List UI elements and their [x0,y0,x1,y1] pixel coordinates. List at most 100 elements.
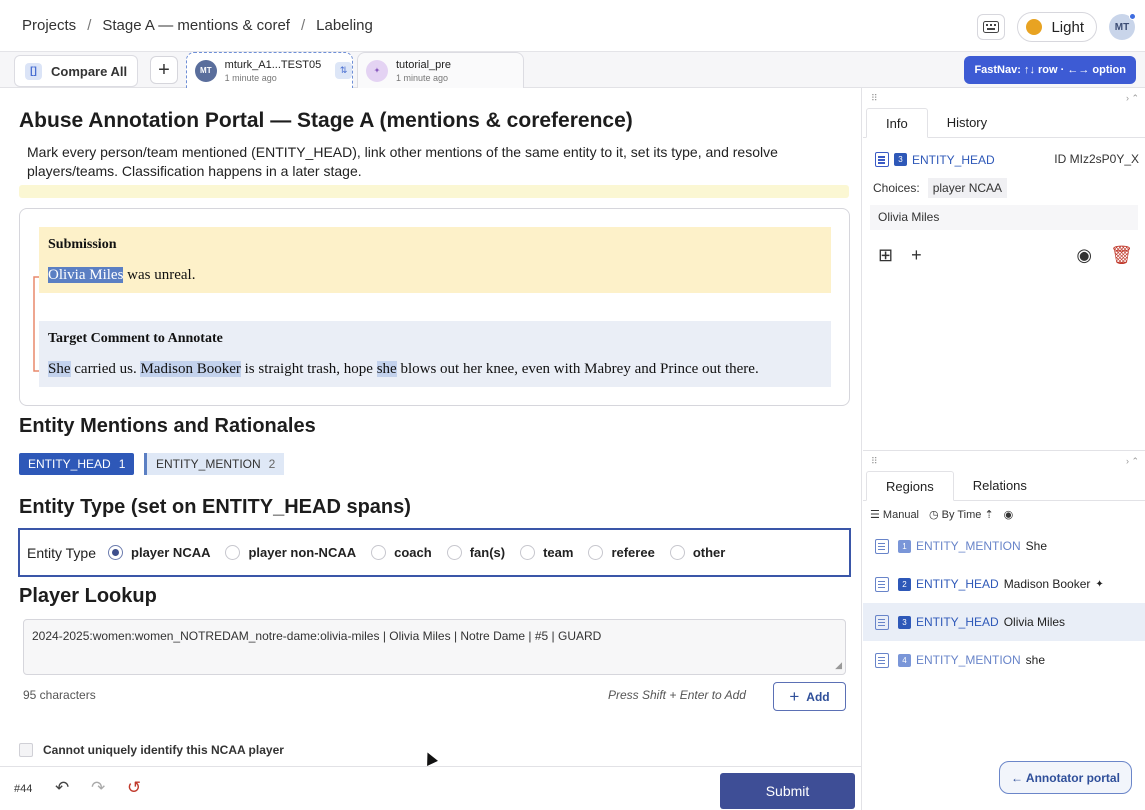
tab-info[interactable]: Info [866,108,928,138]
region-text: Madison Booker [1003,577,1091,591]
label-entity-head[interactable]: ENTITY_HEAD 1 [19,453,135,475]
breadcrumb-current: Labeling [316,17,373,34]
radio-indicator [225,545,241,560]
keyboard-shortcuts-button[interactable] [977,14,1006,40]
compare-icon: [] [25,62,42,80]
add-tab-button[interactable]: + [150,56,178,84]
label-name: ENTITY_HEAD [28,457,111,471]
add-hint: Press Shift + Enter to Add [608,688,746,702]
region-index: 1 [898,539,911,553]
breadcrumb-project[interactable]: Stage A — mentions & coref [102,17,290,34]
region-item[interactable]: 1 ENTITY_MENTION She [863,527,1145,565]
relations-tree-icon[interactable]: ⊞ [878,245,893,266]
notice-bar [19,185,849,198]
radio-label: referee [611,545,655,560]
sun-icon [1026,19,1043,35]
trash-icon[interactable]: 🗑 [1110,245,1133,266]
region-label: ENTITY_MENTION [916,653,1021,667]
target-comment-block: Target Comment to Annotate She carried u… [39,321,831,387]
entity-type-radio-group: Entity Type player NCAA player non-NCAA … [18,528,851,577]
undo-icon[interactable]: ↶ [55,778,69,798]
radio-player-ncaa[interactable]: player NCAA [108,545,210,560]
annotator-portal-button[interactable]: ← Annotator portal [999,761,1132,794]
compare-all-label: Compare All [51,63,128,79]
panel-grip[interactable]: ⠿ › ⌃ [863,88,1145,108]
radio-team[interactable]: team [520,545,573,560]
add-button[interactable]: + Add [773,682,846,711]
sort-by-time[interactable]: ◷ By Time ⇡ [929,508,994,521]
fastnav-badge[interactable]: FastNav: ↑↓ row · ←→ option [964,56,1136,84]
choices-row: Choices: player NCAA [873,178,1008,198]
relations-icon[interactable]: ⇅ [335,62,352,79]
region-text: she [1025,653,1046,667]
radio-coach[interactable]: coach [371,545,432,560]
player-lookup-textarea[interactable]: 2024-2025:women:women_NOTREDAM_notre-dam… [23,619,846,675]
theme-label: Light [1051,18,1084,36]
entity-span-she-2[interactable]: she [376,361,397,377]
avatar-initials: MT [1114,21,1130,33]
region-item[interactable]: 4 ENTITY_MENTION she [863,641,1145,679]
breadcrumb-separator: / [87,17,92,34]
radio-player-non-ncaa[interactable]: player non-NCAA [225,545,356,560]
collapse-icon[interactable]: › ⌃ [1126,93,1139,104]
theme-toggle[interactable]: Light [1017,12,1097,42]
cannot-identify-checkbox[interactable] [19,743,33,757]
user-avatar[interactable]: MT [1109,13,1136,40]
sort-manual[interactable]: ☰ Manual [870,508,919,521]
resize-handle-icon[interactable]: ◢ [835,660,842,671]
checkbox-label: Cannot uniquely identify this NCAA playe… [43,743,284,757]
radio-label: team [543,545,574,560]
eye-icon[interactable]: ◉ [1076,245,1092,266]
tab-regions[interactable]: Regions [866,471,954,501]
tab-relations[interactable]: Relations [954,471,1046,500]
region-label: ENTITY_HEAD [916,577,999,591]
region-item-selected[interactable]: 3 ENTITY_HEAD Olivia Miles [863,603,1145,641]
entity-span-madison-booker[interactable]: Madison Booker [140,361,241,377]
target-heading: Target Comment to Annotate [48,331,223,346]
label-count: 2 [268,457,276,471]
radio-referee[interactable]: referee [588,545,655,560]
tab-tutorial-pre[interactable]: ✦ tutorial_pre 1 minute ago [357,52,524,88]
label-entity-mention[interactable]: ENTITY_MENTION 2 [144,453,285,475]
visibility-icon[interactable]: ◉ [1004,508,1014,521]
collapse-icon[interactable]: › ⌃ [1126,456,1139,467]
compare-all-button[interactable]: [] Compare All [14,55,138,87]
drag-handle-icon[interactable]: ⠿ [871,93,878,104]
task-tab-bar: [] Compare All + MT mturk_A1...TEST05 1 … [0,52,1145,88]
radio-label: coach [394,545,432,560]
mouse-cursor-icon [422,750,438,766]
region-label: ENTITY_MENTION [916,539,1021,553]
add-relation-icon[interactable]: + [911,245,922,266]
radio-other[interactable]: other [669,545,725,560]
radio-label: player non-NCAA [248,545,357,560]
entity-type-label: Entity Type [27,544,97,561]
mentions-heading: Entity Mentions and Rationales [19,415,316,437]
document-icon [875,538,889,554]
submission-heading: Submission [48,237,117,252]
tab-history[interactable]: History [928,108,1006,137]
entity-span-she[interactable]: She [48,361,71,377]
redo-icon[interactable]: ↷ [91,778,105,798]
reset-icon[interactable]: ↺ [127,778,141,798]
labeling-main-panel: Abuse Annotation Portal — Stage A (menti… [0,88,862,810]
entity-span-olivia-miles[interactable]: Olivia Miles [48,267,124,283]
regions-panel: ⠿ › ⌃ Regions Relations ☰ Manual ◷ By Tim… [863,451,1145,679]
tab-mturk-task[interactable]: MT mturk_A1...TEST05 1 minute ago ⇅ [186,52,353,88]
radio-label: fan(s) [469,545,506,560]
radio-fans[interactable]: fan(s) [446,545,506,560]
sort-by-time-label: By Time [941,508,982,521]
cannot-identify-checkbox-row[interactable]: Cannot uniquely identify this NCAA playe… [19,743,284,757]
top-bar: Projects / Stage A — mentions & coref / … [0,0,1145,52]
drag-handle-icon[interactable]: ⠿ [871,456,878,467]
panel-grip[interactable]: ⠿ › ⌃ [863,451,1145,471]
region-text: Olivia Miles [1003,615,1066,629]
region-index: 2 [898,577,911,591]
radio-indicator [520,545,536,560]
submit-button[interactable]: Submit [720,773,855,809]
sort-direction-icon: ⇡ [981,508,994,521]
tab-subtitle: 1 minute ago [396,72,449,83]
region-item[interactable]: 2 ENTITY_HEAD Madison Booker ✦ [863,565,1145,603]
lookup-value: 2024-2025:women:women_NOTREDAM_notre-dam… [32,629,602,643]
breadcrumb-projects[interactable]: Projects [22,17,76,34]
region-label: ENTITY_HEAD [916,615,999,629]
